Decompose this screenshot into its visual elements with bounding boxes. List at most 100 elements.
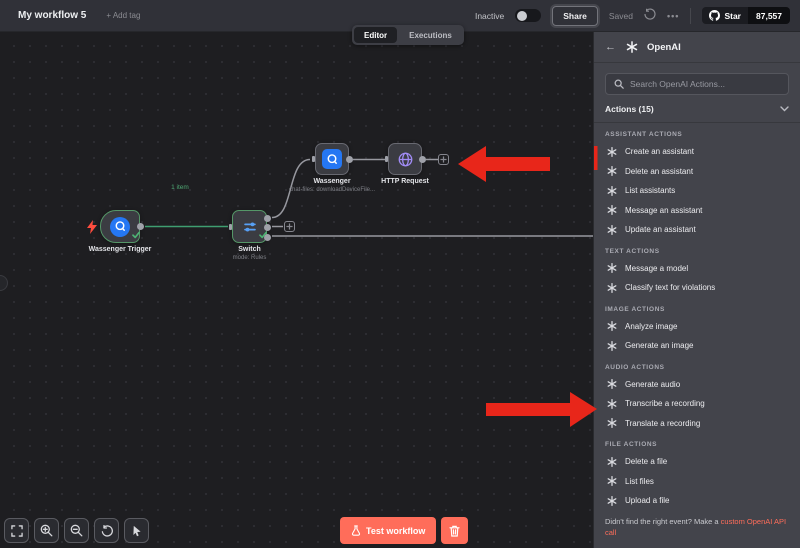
action-item-label: Translate a recording [625, 419, 700, 428]
input-port [312, 156, 315, 162]
globe-icon [395, 149, 415, 169]
action-section: IMAGE ACTIONS Analyze image Generate an im… [594, 306, 800, 356]
output-port[interactable] [346, 156, 353, 163]
action-item[interactable]: List assistants [605, 181, 789, 201]
add-node-button[interactable] [438, 154, 449, 165]
action-section-title: FILE ACTIONS [605, 441, 789, 449]
openai-icon [605, 281, 618, 294]
action-item[interactable]: Create an assistant [605, 142, 789, 162]
action-section-title: IMAGE ACTIONS [605, 306, 789, 314]
github-star-count: 87,557 [748, 7, 790, 24]
action-item[interactable]: Generate an image [605, 336, 789, 356]
topbar-divider [690, 8, 691, 24]
action-item-label: Analyze image [625, 322, 677, 331]
tab-executions[interactable]: Executions [399, 27, 462, 43]
action-item[interactable]: Update an assistant [605, 220, 789, 240]
back-icon[interactable]: ← [605, 41, 616, 53]
share-button[interactable]: Share [552, 6, 598, 26]
action-item-label: Message an assistant [625, 206, 702, 215]
trigger-lightning-icon [87, 220, 97, 239]
openai-icon [605, 223, 618, 236]
openai-actions-panel: ← OpenAI Actions (15) ASSISTANT ACTIONS C… [593, 32, 800, 548]
node-sublabel: mode: Rules [233, 255, 267, 261]
footer-text: Didn't find the right event? Make a [605, 517, 721, 526]
action-item-label: Message a model [625, 264, 688, 273]
openai-icon [605, 339, 618, 352]
action-section-title: ASSISTANT ACTIONS [605, 131, 789, 139]
switch-icon [240, 217, 260, 237]
node-label: Wassenger Trigger [89, 246, 152, 253]
openai-icon [605, 145, 618, 158]
flask-icon [351, 525, 361, 536]
action-item[interactable]: Classify text for violations [605, 278, 789, 298]
action-item[interactable]: Generate audio [605, 375, 789, 395]
panel-title: OpenAI [647, 42, 681, 53]
sidebar-sections: ASSISTANT ACTIONS Create an assistant Dele… [594, 123, 800, 511]
action-item[interactable]: Translate a recording [605, 414, 789, 434]
openai-icon [605, 494, 618, 507]
panel-header: ← OpenAI [594, 32, 800, 63]
openai-icon [605, 417, 618, 430]
node-sublabel: chat-files: downloadDeviceFile... [289, 187, 375, 193]
node-wassenger[interactable]: Wassenger chat-files: downloadDeviceFile… [315, 143, 349, 175]
node-wassenger-trigger[interactable]: Wassenger Trigger [100, 210, 140, 243]
panel-footer: Didn't find the right event? Make a cust… [594, 511, 800, 548]
action-item[interactable]: Delete a file [605, 452, 789, 472]
active-toggle[interactable] [515, 9, 541, 22]
action-item-label: List files [625, 477, 654, 486]
search-input[interactable] [630, 79, 780, 89]
saved-status: Saved [609, 11, 633, 21]
input-port [229, 224, 232, 230]
output-port[interactable] [419, 156, 426, 163]
action-item[interactable]: List files [605, 472, 789, 492]
node-http-request[interactable]: HTTP Request [388, 143, 422, 175]
active-status-label: Inactive [475, 11, 504, 21]
openai-icon [605, 455, 618, 468]
workflow-canvas[interactable]: 1 item Wassenger Trigger [0, 32, 593, 548]
action-section-title: AUDIO ACTIONS [605, 364, 789, 372]
view-tabs: Editor Executions [352, 25, 464, 45]
action-item-label: Delete an assistant [625, 167, 693, 176]
reset-zoom-button[interactable] [94, 518, 119, 543]
test-workflow-label: Test workflow [366, 526, 425, 536]
delete-workflow-button[interactable] [441, 517, 468, 544]
output-port-0[interactable] [264, 215, 271, 222]
fit-view-button[interactable] [4, 518, 29, 543]
test-workflow-button[interactable]: Test workflow [340, 517, 436, 544]
action-item-label: Classify text for violations [625, 283, 715, 292]
action-section: ASSISTANT ACTIONS Create an assistant Dele… [594, 131, 800, 240]
action-item-label: Generate an image [625, 341, 694, 350]
action-item-label: Update an assistant [625, 225, 696, 234]
action-item[interactable]: Transcribe a recording [605, 394, 789, 414]
actions-header: Actions (15) [605, 104, 654, 114]
openai-icon [605, 397, 618, 410]
node-switch[interactable]: Switch mode: Rules [232, 210, 267, 243]
more-options-icon[interactable]: ••• [667, 11, 679, 21]
github-star-badge[interactable]: Star 87,557 [702, 7, 790, 24]
zoom-out-button[interactable] [64, 518, 89, 543]
tab-editor[interactable]: Editor [354, 27, 397, 43]
add-node-button[interactable] [284, 221, 295, 232]
search-box[interactable] [605, 73, 789, 95]
openai-icon [605, 204, 618, 217]
action-item[interactable]: Message an assistant [605, 201, 789, 221]
history-icon[interactable] [644, 7, 656, 25]
openai-icon [605, 475, 618, 488]
actions-collapse-row[interactable]: Actions (15) [594, 95, 800, 122]
action-section: TEXT ACTIONSMessage a modelClassify text… [594, 248, 800, 298]
zoom-in-button[interactable] [34, 518, 59, 543]
action-item[interactable]: Message a model [605, 259, 789, 279]
trash-icon [449, 525, 460, 537]
pointer-tool-button[interactable] [124, 518, 149, 543]
action-item[interactable]: Upload a file [605, 491, 789, 511]
node-label: HTTP Request [381, 178, 429, 185]
action-section: FILE ACTIONS Delete a file List files Uploa… [594, 441, 800, 511]
toggle-knob [517, 11, 527, 21]
openai-icon [605, 184, 618, 197]
add-tag-button[interactable]: + Add tag [106, 11, 140, 20]
workflow-title[interactable]: My workflow 5 [18, 10, 86, 21]
wassenger-icon [110, 217, 130, 237]
action-item[interactable]: Delete an assistant [605, 162, 789, 182]
action-item[interactable]: Analyze image [605, 317, 789, 337]
action-item-label: Delete a file [625, 457, 667, 466]
